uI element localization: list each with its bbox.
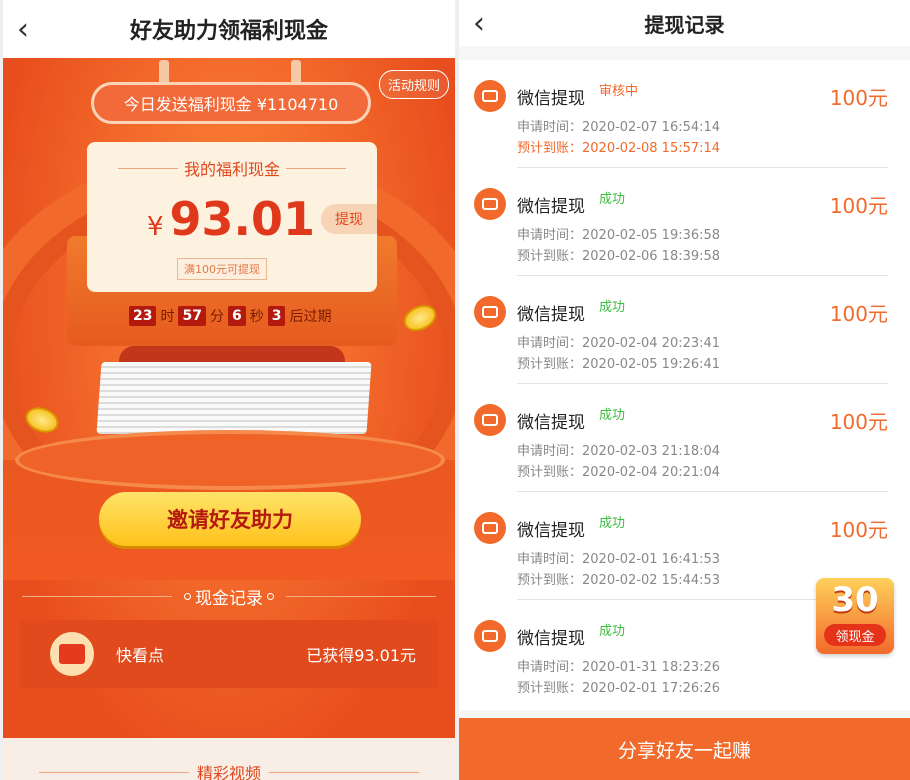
currency-symbol: ¥ xyxy=(147,212,164,242)
record-amount: 100元 xyxy=(829,194,888,218)
record-amount: 100元 xyxy=(829,518,888,542)
apply-time: 申请时间：2020-01-31 18:23:26 xyxy=(517,660,721,675)
header: ‹ 好友助力领福利现金 xyxy=(3,0,455,58)
pedestal-top xyxy=(15,430,445,490)
record-type: 微信提现 xyxy=(517,413,585,433)
minutes-unit: 分 xyxy=(209,309,224,325)
cash-record-earned: 已获得93.01元 xyxy=(306,646,416,665)
record-status: 成功 xyxy=(599,192,626,207)
page-title: 提现记录 xyxy=(644,12,725,37)
header: ‹ 提现记录 xyxy=(459,0,910,46)
expected-arrival: 预计到账：2020-02-08 15:57:14 xyxy=(517,141,721,156)
withdraw-record-row[interactable]: 微信提现 成功 100元申请时间：2020-02-05 19:36:58 预计到账：2… xyxy=(459,168,910,276)
cash-stack-illustration xyxy=(96,362,372,434)
countdown-hours: 23 xyxy=(129,306,157,326)
badge-text: 领现金 xyxy=(824,624,886,646)
claim-cash-badge[interactable]: 30 领现金 xyxy=(816,578,894,654)
expected-arrival: 预计到账：2020-02-04 20:21:04 xyxy=(517,465,721,480)
withdraw-record-row[interactable]: 微信提现 成功 100元申请时间：2020-02-03 21:18:04 预计到账：2… xyxy=(459,384,910,492)
withdraw-record-row[interactable]: 微信提现 审核中 100元申请时间：2020-02-07 16:54:14 预计到账：… xyxy=(459,60,910,168)
videos-title: 精彩视频 xyxy=(196,764,261,780)
expected-arrival: 预计到账：2020-02-05 19:26:41 xyxy=(517,357,721,372)
record-type: 微信提现 xyxy=(517,629,585,649)
withdraw-threshold-hint: 满100元可提现 xyxy=(177,258,267,280)
record-amount: 100元 xyxy=(829,86,888,110)
invite-friends-button[interactable]: 邀请好友助力 xyxy=(99,492,361,546)
record-amount: 100元 xyxy=(829,302,888,326)
apply-time: 申请时间：2020-02-04 20:23:41 xyxy=(517,336,721,351)
card-label-row: 我的福利现金 xyxy=(87,156,377,180)
cash-record-name: 快看点 xyxy=(116,646,165,665)
countdown-minutes: 57 xyxy=(178,306,206,326)
record-amount: 100元 xyxy=(829,410,888,434)
card-label: 我的福利现金 xyxy=(183,160,280,179)
record-status: 成功 xyxy=(599,516,626,531)
cash-records-title: 现金记录 xyxy=(195,589,263,609)
record-type: 微信提现 xyxy=(517,197,585,217)
cash-records-heading: 现金记录 xyxy=(3,584,455,609)
share-button[interactable]: 分享好友一起赚 xyxy=(459,718,910,780)
apply-time: 申请时间：2020-02-01 16:41:53 xyxy=(517,552,721,567)
record-type: 微信提现 xyxy=(517,89,585,109)
wallet-icon xyxy=(474,188,506,220)
welfare-cash-screen: ‹ 好友助力领福利现金 今日发送福利现金 ¥1104710 活动规则 我的福利现… xyxy=(3,0,455,780)
record-type: 微信提现 xyxy=(517,305,585,325)
expiry-suffix: 后过期 xyxy=(289,309,332,325)
back-icon[interactable]: ‹ xyxy=(17,12,29,47)
expected-arrival: 预计到账：2020-02-06 18:39:58 xyxy=(517,249,721,264)
record-status: 成功 xyxy=(599,300,626,315)
withdraw-button[interactable]: 提现 xyxy=(321,204,377,234)
record-status: 成功 xyxy=(599,408,626,423)
daily-cash-banner: 今日发送福利现金 ¥1104710 xyxy=(91,82,371,124)
apply-time: 申请时间：2020-02-03 21:18:04 xyxy=(517,444,721,459)
cash-record-row[interactable]: 快看点 已获得93.01元 xyxy=(20,620,438,688)
cash-amount: ¥ 93.01 xyxy=(147,192,315,246)
apply-time: 申请时间：2020-02-05 19:36:58 xyxy=(517,228,721,243)
record-type: 微信提现 xyxy=(517,521,585,541)
wallet-icon xyxy=(474,512,506,544)
wallet-icon xyxy=(474,80,506,112)
activity-rules-button[interactable]: 活动规则 xyxy=(378,70,449,99)
seconds-unit: 秒 xyxy=(249,309,264,325)
countdown-seconds: 6 xyxy=(227,306,246,326)
red-packet-icon xyxy=(50,632,94,676)
expiry-countdown: 23 时 57 分 6 秒 3 后过期 xyxy=(129,306,331,326)
back-icon[interactable]: ‹ xyxy=(473,6,485,41)
expected-arrival: 预计到账：2020-02-02 15:44:53 xyxy=(517,573,721,588)
apply-time: 申请时间：2020-02-07 16:54:14 xyxy=(517,120,721,135)
withdraw-records-screen: ‹ 提现记录 微信提现 审核中 100元 申请时间：2020-02-07 16:54:… xyxy=(459,0,910,780)
expected-arrival: 预计到账：2020-02-01 17:26:26 xyxy=(517,681,721,696)
wallet-icon xyxy=(474,620,506,652)
videos-heading: 精彩视频 xyxy=(3,760,455,780)
hours-unit: 时 xyxy=(160,309,175,325)
page-title: 好友助力领福利现金 xyxy=(129,19,328,44)
wallet-icon xyxy=(474,404,506,436)
amount-value: 93.01 xyxy=(169,192,316,246)
record-status: 审核中 xyxy=(599,84,639,99)
withdraw-record-row[interactable]: 微信提现 成功 100元申请时间：2020-02-04 20:23:41 预计到账：2… xyxy=(459,276,910,384)
countdown-tenths: 3 xyxy=(267,306,286,326)
wallet-icon xyxy=(474,296,506,328)
record-status: 成功 xyxy=(599,624,626,639)
badge-number: 30 xyxy=(831,580,879,620)
